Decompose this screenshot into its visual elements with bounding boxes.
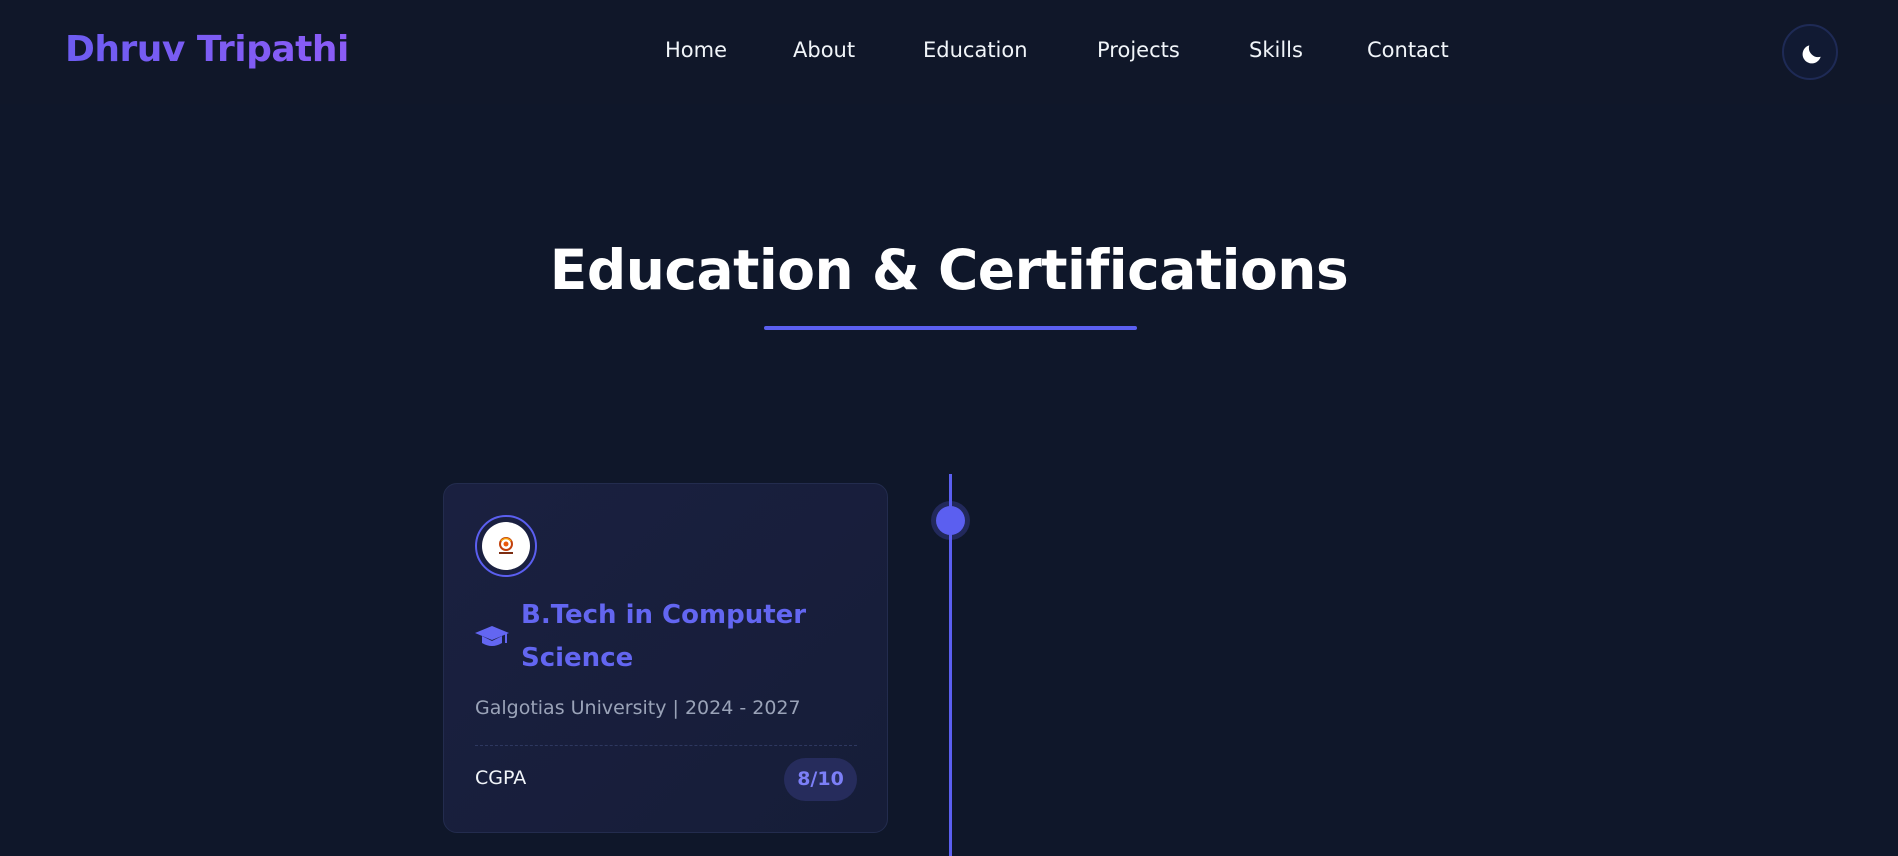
theme-toggle-button[interactable] — [1782, 24, 1838, 80]
nav-contact[interactable]: Contact — [1367, 38, 1449, 62]
timeline-dot — [936, 506, 965, 535]
university-logo — [475, 515, 537, 577]
institution-text: Galgotias University | 2024 - 2027 — [475, 697, 801, 719]
metric-badge: 8/10 — [784, 758, 857, 801]
main-nav: Home About Education Projects Skills Con… — [0, 38, 1898, 68]
moon-icon — [1802, 45, 1821, 64]
university-logo-image — [482, 522, 530, 570]
section-title: Education & Certifications — [549, 238, 1349, 302]
education-card: B.Tech in Computer Science Galgotias Uni… — [443, 483, 888, 833]
nav-skills[interactable]: Skills — [1249, 38, 1303, 62]
card-divider — [475, 745, 857, 746]
site-header: Dhruv Tripathi Home About Education Proj… — [0, 0, 1898, 104]
nav-home[interactable]: Home — [665, 38, 727, 62]
nav-projects[interactable]: Projects — [1097, 38, 1180, 62]
title-underline — [764, 326, 1137, 330]
degree-title: B.Tech in Computer Science — [521, 600, 807, 673]
nav-education[interactable]: Education — [923, 38, 1028, 62]
metric-label: CGPA — [475, 767, 527, 789]
graduation-cap-icon — [475, 626, 509, 646]
nav-about[interactable]: About — [793, 38, 855, 62]
